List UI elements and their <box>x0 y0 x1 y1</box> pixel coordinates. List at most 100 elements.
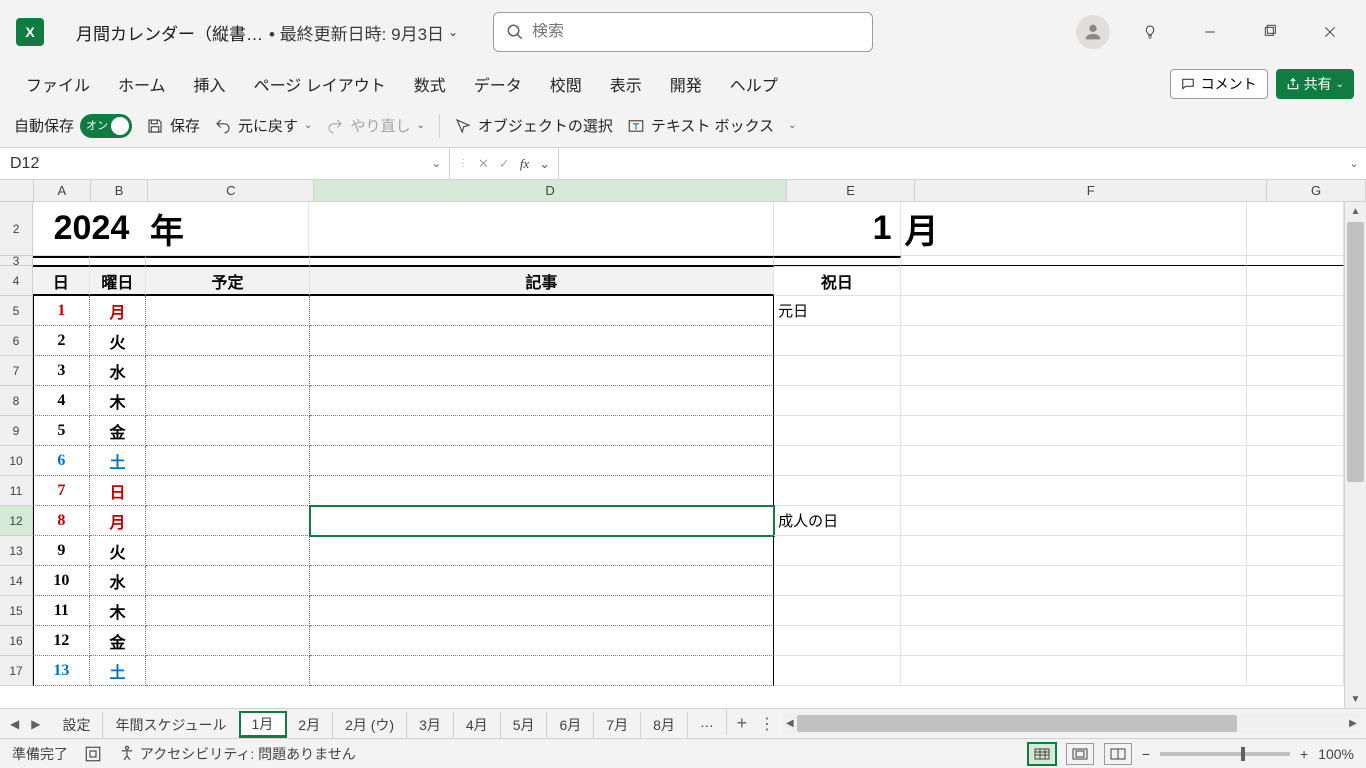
autosave-toggle[interactable]: 自動保存オン <box>14 114 132 138</box>
cell[interactable]: 水 <box>90 566 147 596</box>
cell[interactable]: 記事 <box>310 266 774 296</box>
ribbon-tab[interactable]: 数式 <box>400 64 460 104</box>
new-sheet-button[interactable]: + <box>727 709 757 738</box>
row-header[interactable]: 5 <box>0 296 33 326</box>
cell[interactable]: 金 <box>90 416 147 446</box>
normal-view-button[interactable] <box>1028 743 1056 765</box>
cell[interactable] <box>310 416 774 446</box>
cell[interactable] <box>1247 386 1344 416</box>
cell[interactable] <box>310 326 774 356</box>
cell[interactable] <box>774 596 901 626</box>
cell[interactable]: 予定 <box>146 266 309 296</box>
select-objects-button[interactable]: オブジェクトの選択 <box>454 115 613 136</box>
cell[interactable] <box>1247 356 1344 386</box>
cell[interactable] <box>901 326 1247 356</box>
ribbon-tab[interactable]: ファイル <box>12 64 104 104</box>
cell[interactable]: 日 <box>90 476 147 506</box>
row-header[interactable]: 17 <box>0 656 33 686</box>
cell[interactable] <box>901 476 1247 506</box>
page-break-view-button[interactable] <box>1104 743 1132 765</box>
ribbon-tab[interactable]: 開発 <box>656 64 716 104</box>
cell[interactable] <box>146 256 309 266</box>
cell[interactable] <box>310 386 774 416</box>
cell[interactable]: 7 <box>33 476 90 506</box>
cell[interactable] <box>310 596 774 626</box>
cell[interactable]: 1 <box>774 202 901 256</box>
cell[interactable]: 祝日 <box>774 266 901 296</box>
cell[interactable] <box>774 656 901 686</box>
cell[interactable]: 成人の日 <box>774 506 901 536</box>
cell[interactable] <box>1247 202 1344 256</box>
row-header[interactable]: 11 <box>0 476 33 506</box>
cell[interactable]: 13 <box>33 656 90 686</box>
scroll-thumb[interactable] <box>797 715 1237 732</box>
close-button[interactable] <box>1310 12 1350 52</box>
col-header[interactable]: A <box>34 180 91 201</box>
cell[interactable] <box>146 506 309 536</box>
cell[interactable]: 月 <box>90 506 147 536</box>
cell[interactable] <box>901 656 1247 686</box>
ribbon-tab[interactable]: ホーム <box>104 64 180 104</box>
cell[interactable] <box>1247 326 1344 356</box>
comments-button[interactable]: コメント <box>1170 69 1268 99</box>
cell[interactable] <box>310 476 774 506</box>
expand-formula-icon[interactable]: ⌄ <box>1342 148 1366 179</box>
cell[interactable] <box>310 256 774 266</box>
sheet-tab[interactable]: 2月 (ウ) <box>333 712 407 738</box>
cell[interactable] <box>774 416 901 446</box>
maximize-button[interactable] <box>1250 12 1290 52</box>
cell[interactable] <box>901 626 1247 656</box>
sheet-tab[interactable]: 年間スケジュール <box>103 712 239 738</box>
sheet-prev-icon[interactable]: ◀ <box>10 717 19 731</box>
cell[interactable] <box>146 416 309 446</box>
cell[interactable]: 11 <box>33 596 90 626</box>
cell[interactable] <box>774 326 901 356</box>
accessibility-status[interactable]: アクセシビリティ: 問題ありません <box>118 744 356 764</box>
col-header[interactable]: B <box>91 180 148 201</box>
cell[interactable]: 2 <box>33 326 90 356</box>
search-input[interactable] <box>532 23 860 41</box>
cell[interactable]: 9 <box>33 536 90 566</box>
sheet-tab[interactable]: 2月 <box>286 712 333 738</box>
cell[interactable]: 土 <box>90 446 147 476</box>
horizontal-scrollbar[interactable]: ◀▶ <box>783 713 1360 734</box>
cell[interactable] <box>146 626 309 656</box>
cell[interactable]: 火 <box>90 326 147 356</box>
sheet-tab[interactable]: 8月 <box>641 712 688 738</box>
cell[interactable]: 元日 <box>774 296 901 326</box>
cell[interactable]: 木 <box>90 386 147 416</box>
undo-button[interactable]: 元に戻す⌄ <box>214 115 312 136</box>
sheet-tab[interactable]: 6月 <box>547 712 594 738</box>
cell[interactable] <box>310 296 774 326</box>
cell[interactable] <box>901 356 1247 386</box>
cell[interactable] <box>1247 566 1344 596</box>
save-button[interactable]: 保存 <box>146 115 200 136</box>
cell[interactable]: 6 <box>33 446 90 476</box>
cell[interactable]: 年 <box>146 202 309 256</box>
cell[interactable] <box>901 446 1247 476</box>
cell[interactable] <box>146 536 309 566</box>
row-header[interactable]: 12 <box>0 506 33 536</box>
sheet-tab[interactable]: 3月 <box>407 712 454 738</box>
cell[interactable]: 土 <box>90 656 147 686</box>
zoom-slider[interactable] <box>1160 752 1290 756</box>
cell[interactable] <box>146 566 309 596</box>
cell[interactable]: 金 <box>90 626 147 656</box>
cell[interactable]: 月 <box>90 296 147 326</box>
vertical-scrollbar[interactable]: ▲ ▼ <box>1344 202 1366 708</box>
row-header[interactable]: 15 <box>0 596 33 626</box>
ribbon-tab[interactable]: 挿入 <box>180 64 240 104</box>
page-layout-view-button[interactable] <box>1066 743 1094 765</box>
help-lightbulb-icon[interactable] <box>1130 12 1170 52</box>
cell[interactable]: 日 <box>33 266 90 296</box>
cell[interactable] <box>310 536 774 566</box>
scroll-down-icon[interactable]: ▼ <box>1345 690 1366 708</box>
cell[interactable]: 3 <box>33 356 90 386</box>
col-header[interactable]: E <box>787 180 916 201</box>
cell[interactable] <box>146 446 309 476</box>
cell[interactable] <box>1247 266 1344 296</box>
scroll-up-icon[interactable]: ▲ <box>1345 202 1366 220</box>
customize-qat-button[interactable]: ⌄ <box>788 120 796 131</box>
row-header[interactable]: 7 <box>0 356 33 386</box>
search-box[interactable] <box>493 12 873 52</box>
